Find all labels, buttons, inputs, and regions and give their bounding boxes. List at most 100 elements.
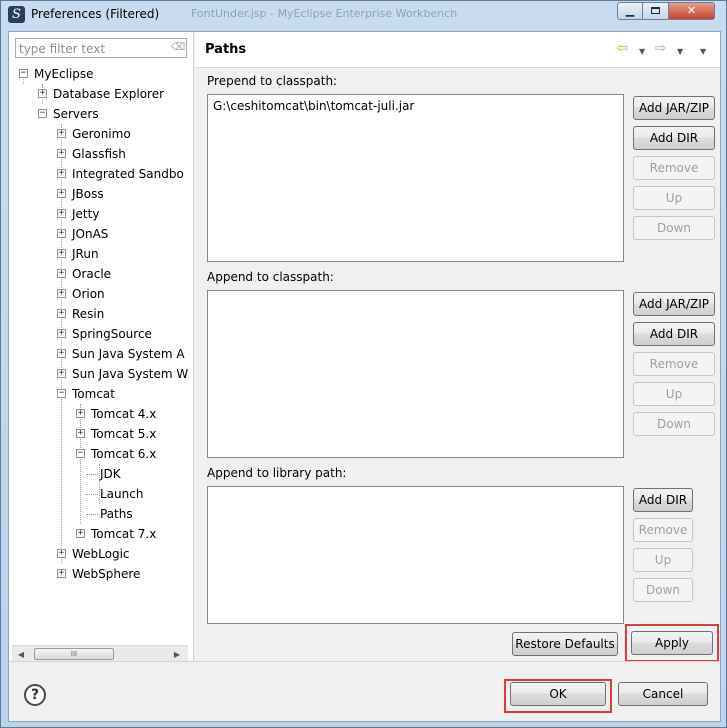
tree-item-paths[interactable]: Paths <box>9 504 193 524</box>
tree-item-jonas[interactable]: + JOnAS <box>9 224 193 244</box>
expand-icon[interactable]: + <box>38 89 47 98</box>
tree-item-label: Orion <box>72 287 105 301</box>
tree-item-tomcat-6x[interactable]: − Tomcat 6.x <box>9 444 193 464</box>
help-icon[interactable]: ? <box>24 684 46 706</box>
expand-icon[interactable]: + <box>57 189 66 198</box>
expand-icon[interactable]: + <box>57 269 66 278</box>
back-history-dropdown-icon[interactable]: ▼ <box>639 44 645 60</box>
tree-item-label: Jetty <box>72 207 100 221</box>
tree-item-tomcat-5x[interactable]: + Tomcat 5.x <box>9 424 193 444</box>
tree-item-sun-java-system-a[interactable]: + Sun Java System A <box>9 344 193 364</box>
tree-item-websphere[interactable]: + WebSphere <box>9 564 193 584</box>
prepend-up-button[interactable]: Up <box>633 186 715 210</box>
prepend-down-button[interactable]: Down <box>633 216 715 240</box>
tree-item-label: Paths <box>100 507 133 521</box>
tree-item-orion[interactable]: + Orion <box>9 284 193 304</box>
maximize-button[interactable] <box>643 2 669 20</box>
expand-icon[interactable]: + <box>57 129 66 138</box>
tree-item-resin[interactable]: + Resin <box>9 304 193 324</box>
append-add-dir-button[interactable]: Add DIR <box>633 322 715 346</box>
append-down-button[interactable]: Down <box>633 412 715 436</box>
library-remove-button[interactable]: Remove <box>633 518 693 542</box>
tree-item-tomcat-4x[interactable]: + Tomcat 4.x <box>9 404 193 424</box>
tree-item-weblogic[interactable]: + WebLogic <box>9 544 193 564</box>
append-classpath-label: Append to classpath: <box>207 270 334 284</box>
scroll-right-icon[interactable]: ▶ <box>170 648 184 661</box>
tree-item-sun-java-system-w[interactable]: + Sun Java System W <box>9 364 193 384</box>
expand-icon[interactable]: + <box>57 569 66 578</box>
append-remove-button[interactable]: Remove <box>633 352 715 376</box>
expand-icon[interactable]: + <box>57 229 66 238</box>
forward-arrow-icon[interactable]: ⇨ <box>655 41 666 57</box>
scroll-left-icon[interactable]: ◀ <box>14 648 28 661</box>
append-up-button[interactable]: Up <box>633 382 715 406</box>
library-down-button[interactable]: Down <box>633 578 693 602</box>
minimize-icon: ▁ <box>625 4 635 17</box>
prepend-remove-button[interactable]: Remove <box>633 156 715 180</box>
prepend-add-dir-button[interactable]: Add DIR <box>633 126 715 150</box>
expand-icon[interactable]: + <box>57 369 66 378</box>
restore-defaults-button[interactable]: Restore Defaults <box>512 632 618 656</box>
filter-placeholder: type filter text <box>19 42 106 56</box>
expand-icon[interactable]: + <box>57 289 66 298</box>
cancel-button[interactable]: Cancel <box>618 682 708 706</box>
tree-item-jrun[interactable]: + JRun <box>9 244 193 264</box>
expand-icon[interactable]: + <box>76 409 85 418</box>
view-menu-icon[interactable]: ▼ <box>700 44 706 60</box>
tree-item-label: JRun <box>72 247 99 261</box>
tree-horizontal-scrollbar[interactable]: ◀ III ▶ <box>12 645 188 662</box>
tree-item-myeclipse[interactable]: − MyEclipse <box>9 64 193 84</box>
collapse-icon[interactable]: − <box>57 389 66 398</box>
tree-item-tomcat-7x[interactable]: + Tomcat 7.x <box>9 524 193 544</box>
expand-icon[interactable]: + <box>57 549 66 558</box>
tree-item-integrated-sandbox[interactable]: + Integrated Sandbo <box>9 164 193 184</box>
tree-item-servers[interactable]: − Servers <box>9 104 193 124</box>
tree-item-geronimo[interactable]: + Geronimo <box>9 124 193 144</box>
filter-input[interactable]: type filter text ⌫ <box>15 38 187 58</box>
library-up-button[interactable]: Up <box>633 548 693 572</box>
tree-item-jdk[interactable]: JDK <box>9 464 193 484</box>
tree-item-launch[interactable]: Launch <box>9 484 193 504</box>
apply-button[interactable]: Apply <box>631 631 713 655</box>
collapse-icon[interactable]: − <box>76 449 85 458</box>
expand-icon[interactable]: + <box>57 249 66 258</box>
library-path-list[interactable] <box>207 486 624 624</box>
tree-item-label: JOnAS <box>72 227 109 241</box>
collapse-icon[interactable]: − <box>19 69 28 78</box>
list-item[interactable]: G:\ceshitomcat\bin\tomcat-juli.jar <box>213 99 414 113</box>
tree-item-database-explorer[interactable]: + Database Explorer <box>9 84 193 104</box>
ok-button[interactable]: OK <box>510 682 606 706</box>
expand-icon[interactable]: + <box>57 169 66 178</box>
forward-history-dropdown-icon[interactable]: ▼ <box>677 44 683 60</box>
background-window-title: FontUnder.jsp - MyEclipse Enterprise Wor… <box>191 7 458 20</box>
append-classpath-list[interactable] <box>207 290 624 458</box>
minimize-button[interactable]: ▁ <box>617 2 643 20</box>
dialog-client-area: type filter text ⌫ − MyEclipse + Database E… <box>8 31 721 722</box>
expand-icon[interactable]: + <box>57 309 66 318</box>
prepend-classpath-list[interactable]: G:\ceshitomcat\bin\tomcat-juli.jar <box>207 94 624 262</box>
library-add-dir-button[interactable]: Add DIR <box>633 488 693 512</box>
back-arrow-icon[interactable]: ⇦ <box>617 41 628 57</box>
expand-icon[interactable]: + <box>57 349 66 358</box>
tree-item-jetty[interactable]: + Jetty <box>9 204 193 224</box>
clear-filter-icon[interactable]: ⌫ <box>171 42 185 54</box>
close-button[interactable]: ✕ <box>669 2 715 20</box>
expand-icon[interactable]: + <box>57 209 66 218</box>
tree-item-oracle[interactable]: + Oracle <box>9 264 193 284</box>
expand-icon[interactable]: + <box>57 329 66 338</box>
expand-icon[interactable]: + <box>76 429 85 438</box>
tree-item-label: Sun Java System A <box>72 347 185 361</box>
append-add-jar-zip-button[interactable]: Add JAR/ZIP <box>633 292 715 316</box>
collapse-icon[interactable]: − <box>38 109 47 118</box>
tree-item-jboss[interactable]: + JBoss <box>9 184 193 204</box>
expand-icon[interactable]: + <box>57 149 66 158</box>
expand-icon[interactable]: + <box>76 529 85 538</box>
tree-item-label: Integrated Sandbo <box>72 167 184 181</box>
tree-item-tomcat[interactable]: − Tomcat <box>9 384 193 404</box>
scrollbar-thumb[interactable]: III <box>34 648 114 660</box>
tree-item-springsource[interactable]: + SpringSource <box>9 324 193 344</box>
tree-item-glassfish[interactable]: + Glassfish <box>9 144 193 164</box>
page-title: Paths <box>205 42 247 57</box>
prepend-add-jar-zip-button[interactable]: Add JAR/ZIP <box>633 96 715 120</box>
title-bar[interactable]: S Preferences (Filtered) FontUnder.jsp -… <box>1 1 726 29</box>
